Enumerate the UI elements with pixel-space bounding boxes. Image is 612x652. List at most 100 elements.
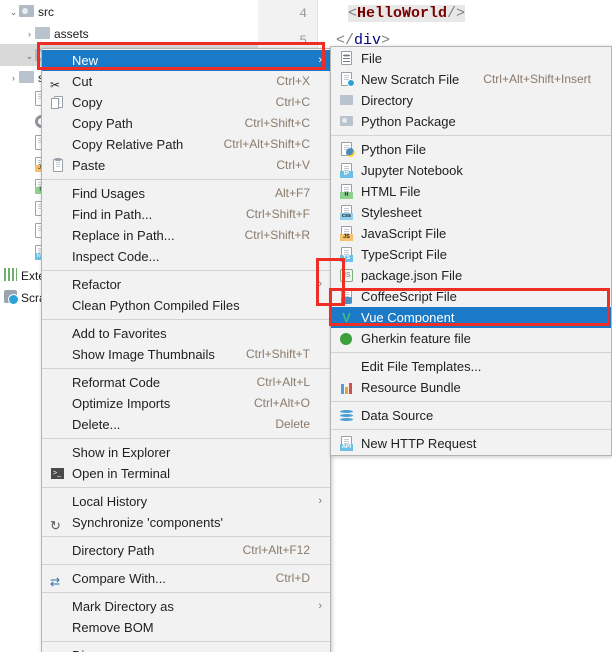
diagram-icon: ↨↨ <box>50 648 65 652</box>
context-menu-item-mark-directory-as[interactable]: Mark Directory as › <box>42 596 330 617</box>
new-submenu-item-javascript-file[interactable]: JS JavaScript File <box>331 223 611 244</box>
context-menu-item-reformat-code[interactable]: Reformat Code Ctrl+Alt+L <box>42 372 330 393</box>
context-menu-item-diagrams[interactable]: ↨↨ Diagrams › <box>42 645 330 652</box>
screenshot-root: ⌄src›assets⌄components›s.b.e.gJS.bHinppM… <box>0 0 612 652</box>
new-submenu-item-edit-file-templates[interactable]: Edit File Templates... <box>331 356 611 377</box>
gherkin-icon <box>339 331 354 346</box>
context-menu-item-label: New <box>72 53 99 68</box>
copy-icon <box>50 95 65 110</box>
context-menu-item-compare-with[interactable]: ⇄ Compare With... Ctrl+D <box>42 568 330 589</box>
tree-twisty-icon[interactable]: › <box>8 67 19 89</box>
context-menu-item-label: Show in Explorer <box>72 445 171 460</box>
context-menu-item-show-image-thumbnails[interactable]: Show Image Thumbnails Ctrl+Shift+T <box>42 344 330 365</box>
context-menu-item-label: Copy Path <box>72 116 133 131</box>
new-submenu-item-label: New HTTP Request <box>361 436 477 451</box>
context-menu-item-remove-bom[interactable]: Remove BOM <box>42 617 330 638</box>
context-menu-item-label: Cut <box>72 74 93 89</box>
context-menu-item-find-in-path[interactable]: Find in Path... Ctrl+Shift+F <box>42 204 330 225</box>
new-submenu-item-label: New Scratch File <box>361 72 460 87</box>
context-menu-item-shortcut: Ctrl+Alt+L <box>256 375 310 389</box>
new-submenu[interactable]: File New Scratch File Ctrl+Alt+Shift+Inser… <box>330 46 612 456</box>
coffeescript-icon <box>339 289 354 304</box>
new-submenu-item-html-file[interactable]: H HTML File <box>331 181 611 202</box>
new-submenu-item-python-file[interactable]: Python File <box>331 139 611 160</box>
context-menu-item-add-to-favorites[interactable]: Add to Favorites <box>42 323 330 344</box>
paste-icon <box>50 158 65 173</box>
terminal-icon: >_ <box>50 466 65 481</box>
context-menu-item-show-in-explorer[interactable]: Show in Explorer <box>42 442 330 463</box>
new-submenu-item-typescript-file[interactable]: TS TypeScript File <box>331 244 611 265</box>
tree-twisty-icon[interactable]: › <box>24 23 35 45</box>
context-menu-item-shortcut: Ctrl+Alt+O <box>253 396 310 410</box>
context-menu-item-label: Inspect Code... <box>72 249 160 264</box>
folder-icon <box>19 71 34 83</box>
context-menu-item-shortcut: Delete <box>275 417 310 431</box>
menu-separator <box>42 564 330 565</box>
context-menu-item-label: Reformat Code <box>72 375 161 390</box>
tree-twisty-icon[interactable]: ⌄ <box>24 45 35 67</box>
context-menu-item-clean-python-compiled-files[interactable]: Clean Python Compiled Files <box>42 295 330 316</box>
context-menu-item-label: Open in Terminal <box>72 466 171 481</box>
context-menu-item-label: Paste <box>72 158 106 173</box>
data-source-icon <box>339 408 354 423</box>
menu-separator <box>42 319 330 320</box>
new-submenu-item-file[interactable]: File <box>331 48 611 69</box>
context-menu-item-replace-in-path[interactable]: Replace in Path... Ctrl+Shift+R <box>42 225 330 246</box>
context-menu[interactable]: New › ✂ Cut Ctrl+X Copy Ctrl+C Copy Path Ctrl+Sh… <box>41 48 331 652</box>
new-submenu-item-resource-bundle[interactable]: Resource Bundle <box>331 377 611 398</box>
new-submenu-item-label: Vue Component <box>361 310 455 325</box>
new-submenu-item-stylesheet[interactable]: css Stylesheet <box>331 202 611 223</box>
new-submenu-item-label: Resource Bundle <box>361 380 461 395</box>
context-menu-item-label: Add to Favorites <box>72 326 167 341</box>
tree-row[interactable]: › assets <box>0 22 258 44</box>
context-menu-item-label: Refactor <box>72 277 122 292</box>
menu-separator <box>42 536 330 537</box>
resource-bundle-icon <box>339 380 354 395</box>
new-submenu-item-jupyter-notebook[interactable]: IP Jupyter Notebook <box>331 160 611 181</box>
new-submenu-item-label: TypeScript File <box>361 247 447 262</box>
new-submenu-item-gherkin-feature-file[interactable]: Gherkin feature file <box>331 328 611 349</box>
context-menu-item-label: Replace in Path... <box>72 228 175 243</box>
new-submenu-item-data-source[interactable]: Data Source <box>331 405 611 426</box>
menu-separator <box>42 487 330 488</box>
context-menu-item-paste[interactable]: Paste Ctrl+V <box>42 155 330 176</box>
external-libraries-icon <box>4 268 17 281</box>
new-submenu-item-package-json-file[interactable]: JS package.json File <box>331 265 611 286</box>
context-menu-item-inspect-code[interactable]: Inspect Code... <box>42 246 330 267</box>
context-menu-item-label: Synchronize 'components' <box>72 515 223 530</box>
new-submenu-item-directory[interactable]: Directory <box>331 90 611 111</box>
tree-row-label: src <box>38 4 54 19</box>
new-submenu-item-label: Edit File Templates... <box>361 359 482 374</box>
context-menu-item-synchronize-components[interactable]: ↻ Synchronize 'components' <box>42 512 330 533</box>
context-menu-item-cut[interactable]: ✂ Cut Ctrl+X <box>42 71 330 92</box>
context-menu-item-copy-relative-path[interactable]: Copy Relative Path Ctrl+Alt+Shift+C <box>42 134 330 155</box>
new-submenu-item-new-http-request[interactable]: API New HTTP Request <box>331 433 611 454</box>
scratch-file-icon <box>339 72 355 87</box>
new-submenu-item-label: Gherkin feature file <box>361 331 471 346</box>
context-menu-item-label: Local History <box>72 494 148 509</box>
context-menu-item-local-history[interactable]: Local History › <box>42 491 330 512</box>
context-menu-item-delete[interactable]: Delete... Delete <box>42 414 330 435</box>
new-submenu-item-coffeescript-file[interactable]: CoffeeScript File <box>331 286 611 307</box>
new-submenu-item-label: HTML File <box>361 184 421 199</box>
python-package-icon <box>339 114 354 129</box>
chevron-right-icon: › <box>318 600 322 612</box>
context-menu-item-copy[interactable]: Copy Ctrl+C <box>42 92 330 113</box>
menu-separator <box>331 429 611 430</box>
menu-separator <box>42 641 330 642</box>
context-menu-item-shortcut: Ctrl+V <box>276 158 310 172</box>
context-menu-item-refactor[interactable]: Refactor › <box>42 274 330 295</box>
context-menu-item-optimize-imports[interactable]: Optimize Imports Ctrl+Alt+O <box>42 393 330 414</box>
context-menu-item-find-usages[interactable]: Find Usages Alt+F7 <box>42 183 330 204</box>
context-menu-item-new[interactable]: New › <box>42 50 330 71</box>
context-menu-item-directory-path[interactable]: Directory Path Ctrl+Alt+F12 <box>42 540 330 561</box>
tree-row[interactable]: ⌄ src <box>0 0 258 22</box>
context-menu-item-copy-path[interactable]: Copy Path Ctrl+Shift+C <box>42 113 330 134</box>
tree-twisty-icon[interactable]: ⌄ <box>8 1 19 23</box>
new-submenu-item-vue-component[interactable]: V Vue Component <box>331 307 611 328</box>
menu-separator <box>331 135 611 136</box>
new-submenu-item-python-package[interactable]: Python Package <box>331 111 611 132</box>
context-menu-item-open-in-terminal[interactable]: >_ Open in Terminal <box>42 463 330 484</box>
new-submenu-item-new-scratch-file[interactable]: New Scratch File Ctrl+Alt+Shift+Insert <box>331 69 611 90</box>
code-line: <HelloWorld/> <box>348 5 466 22</box>
